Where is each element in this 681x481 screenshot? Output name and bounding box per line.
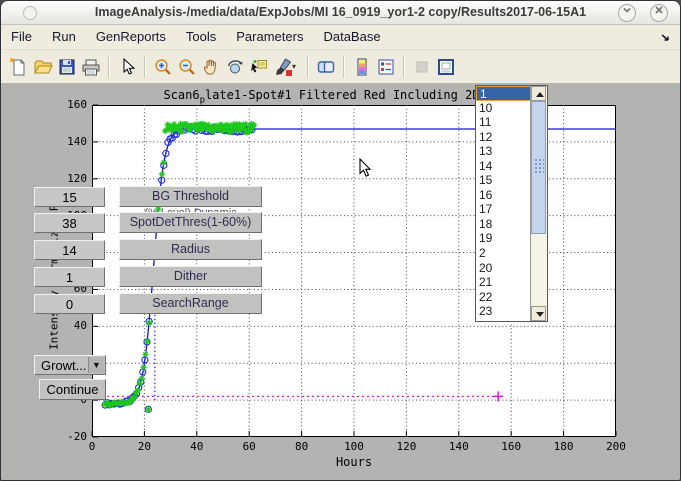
x-tick-label: 100 [334,440,374,453]
scrollbar-grip [534,158,544,174]
toolbar: ▾ [1,50,680,84]
hide-plot-tools-icon [412,57,432,77]
x-tick-label: 80 [282,440,322,453]
brush-dropdown-caret[interactable]: ▾ [292,62,302,71]
listbox-scrollbar[interactable] [530,86,547,321]
toolbar-separator [144,56,146,78]
dock-figure-button[interactable] [434,54,458,80]
plot-title-prefix: Scan6 [163,88,199,102]
rotate-3d-button[interactable] [223,54,247,80]
hide-plot-tools-button[interactable] [410,54,434,80]
x-tick-label: 200 [596,440,636,453]
new-file-icon [9,57,29,77]
menu-run[interactable]: Run [42,25,86,44]
scroll-up-icon [536,92,544,97]
brush-icon [273,57,293,77]
growth-dropdown-caret-icon: ▼ [88,357,104,373]
link-plots-button[interactable] [314,54,338,80]
zoom-in-icon [153,57,173,77]
pan-hand-icon [201,57,221,77]
window-title: ImageAnalysis-/media/data/ExpJobs/MI 16_… [1,5,680,19]
x-tick-label: 40 [177,440,217,453]
param-button-spotdetthres-1-60-[interactable]: SpotDetThres(1-60%) [119,212,262,233]
arrow-pointer-button[interactable] [115,54,139,80]
titlebar: ImageAnalysis-/media/data/ExpJobs/MI 16_… [1,1,680,25]
close-button[interactable] [650,4,668,22]
param-button-bg-threshold[interactable]: BG Threshold [119,186,262,207]
minimize-button[interactable] [618,4,636,22]
menu-database[interactable]: DataBase [313,25,390,44]
scroll-down-icon [536,312,544,317]
toolbar-separator [403,56,405,78]
y-tick-label: 140 [45,135,87,148]
x-tick-label: 140 [439,440,479,453]
link-plots-icon [316,57,336,77]
rotate-3d-icon [225,57,245,77]
save-button[interactable] [55,54,79,80]
chevron-down-icon [622,5,632,15]
y-tick-label: 40 [45,319,87,332]
param-button-searchrange[interactable]: SearchRange [119,293,262,314]
param-field-spotdetthres-1-60-[interactable]: 38 [34,213,105,233]
x-tick-label: 160 [491,440,531,453]
open-folder-button[interactable] [31,54,55,80]
x-tick-label: 60 [229,440,269,453]
menu-parameters[interactable]: Parameters [226,25,313,44]
continue-button[interactable]: Continue [39,379,106,400]
data-cursor-icon [249,57,269,77]
param-button-radius[interactable]: Radius [119,239,262,260]
colorbar-icon [352,57,372,77]
open-folder-icon [33,57,53,77]
colorbar-button[interactable] [350,54,374,80]
toolbar-separator [307,56,309,78]
scroll-down-button[interactable] [531,306,546,321]
print-button[interactable] [79,54,103,80]
pan-hand-button[interactable] [199,54,223,80]
toolbar-separator [343,56,345,78]
menu-overflow-arrow-icon[interactable] [660,31,672,43]
scrollbar-thumb[interactable] [531,101,546,234]
x-axis-label: Hours [92,455,616,469]
window-menu-button[interactable] [23,6,37,20]
close-icon [654,5,664,15]
print-icon [81,57,101,77]
growth-dropdown[interactable]: Growt... ▼ [34,355,106,375]
menu-genreports[interactable]: GenReports [86,25,176,44]
legend-button[interactable] [374,54,398,80]
figure-area: Scan6plate1-Spot#1 Filtered Red Includin… [1,84,681,481]
param-field-bg-threshold[interactable]: 15 [34,187,105,207]
screen-background: ImageAnalysis-/media/data/ExpJobs/MI 16_… [0,0,681,481]
menu-tools[interactable]: Tools [176,25,226,44]
menu-file[interactable]: File [1,25,42,44]
arrow-pointer-icon [117,57,137,77]
y-tick-label: 160 [45,98,87,111]
data-cursor-button[interactable] [247,54,271,80]
mouse-cursor [359,158,373,178]
param-field-dither[interactable]: 1 [34,267,105,287]
zoom-in-button[interactable] [151,54,175,80]
x-tick-label: 20 [124,440,164,453]
zoom-out-button[interactable] [175,54,199,80]
scroll-up-button[interactable] [531,86,546,101]
toolbar-separator [108,56,110,78]
x-tick-label: 0 [72,440,112,453]
app-window: ImageAnalysis-/media/data/ExpJobs/MI 16_… [0,0,681,481]
param-button-dither[interactable]: Dither [119,266,262,287]
save-icon [57,57,77,77]
growth-dropdown-label: Growt... [41,358,87,373]
menubar: FileRunGenReportsToolsParametersDataBase [1,25,680,50]
x-tick-label: 120 [386,440,426,453]
dock-figure-icon [436,57,456,77]
spot-number-listbox: 110111213141516171819220212223 [475,85,548,322]
legend-icon [376,57,396,77]
param-field-searchrange[interactable]: 0 [34,294,105,314]
new-file-button[interactable] [7,54,31,80]
zoom-out-icon [177,57,197,77]
x-tick-label: 180 [544,440,584,453]
y-tick-label: 120 [45,172,87,185]
param-field-radius[interactable]: 14 [34,240,105,260]
